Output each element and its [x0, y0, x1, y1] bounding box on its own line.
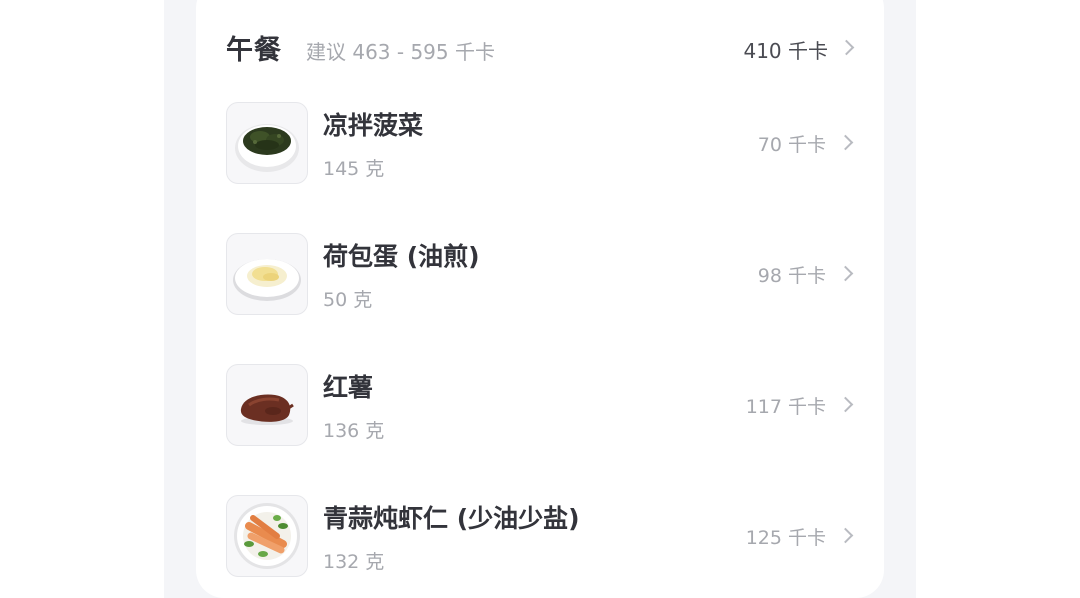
food-calories: 125 千卡 — [745, 527, 826, 549]
meal-title: 午餐 — [226, 35, 282, 66]
meal-suggestion: 建议 463 - 595 千卡 — [306, 40, 495, 64]
chevron-right-icon — [837, 527, 854, 544]
food-weight: 136 克 — [323, 420, 385, 442]
food-item-spinach[interactable]: 凉拌菠菜 145 克 70 千卡 — [226, 102, 856, 184]
chevron-right-icon — [838, 39, 855, 56]
food-calories: 117 千卡 — [745, 396, 826, 418]
food-calories: 98 千卡 — [757, 265, 826, 287]
food-weight: 145 克 — [323, 158, 385, 180]
fried-egg-icon — [226, 233, 308, 315]
food-weight: 50 克 — [323, 289, 373, 311]
meal-total-calories: 410 千卡 — [743, 39, 828, 63]
food-calories: 70 千卡 — [757, 134, 826, 156]
food-name: 荷包蛋 (油煎) — [323, 242, 480, 271]
food-weight: 132 克 — [323, 551, 385, 573]
sweet-potato-icon — [226, 364, 308, 446]
food-name: 凉拌菠菜 — [323, 111, 424, 140]
spinach-dish-icon — [226, 102, 308, 184]
food-item-fried-egg[interactable]: 荷包蛋 (油煎) 50 克 98 千卡 — [226, 233, 856, 315]
chevron-right-icon — [837, 134, 854, 151]
chevron-right-icon — [837, 396, 854, 413]
meal-header[interactable]: 午餐 建议 463 - 595 千卡 410 千卡 — [226, 26, 856, 70]
food-name: 青蒜炖虾仁 (少油少盐) — [323, 504, 580, 533]
food-item-shrimp[interactable]: 青蒜炖虾仁 (少油少盐) 132 克 125 千卡 — [226, 495, 856, 577]
shrimp-dish-icon — [226, 495, 308, 577]
food-name: 红薯 — [323, 373, 374, 402]
chevron-right-icon — [837, 265, 854, 282]
food-item-sweet-potato[interactable]: 红薯 136 克 117 千卡 — [226, 364, 856, 446]
